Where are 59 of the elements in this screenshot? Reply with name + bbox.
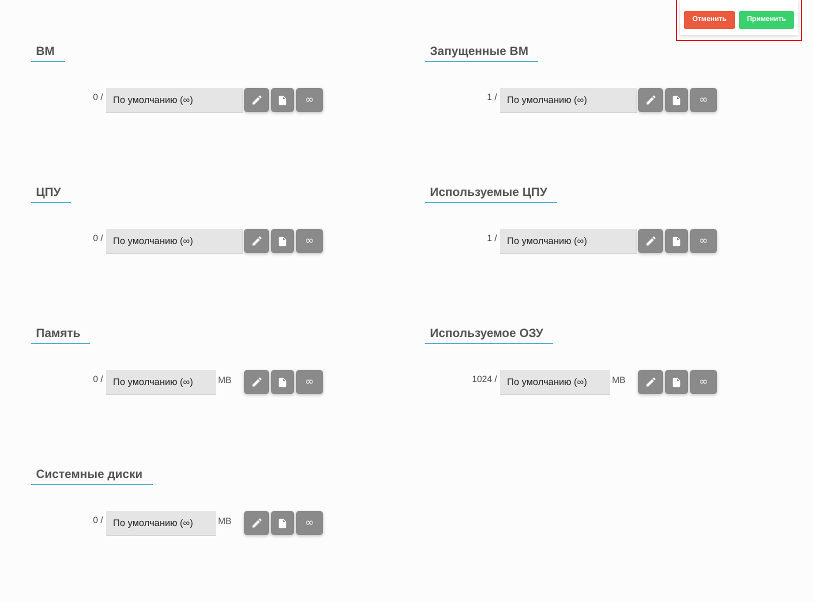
file-button[interactable]: [271, 88, 294, 112]
limit-field[interactable]: По умолчанию (∞): [106, 511, 216, 536]
file-button[interactable]: [271, 370, 294, 394]
unlimited-button[interactable]: ∞: [296, 511, 323, 535]
limit-field[interactable]: По умолчанию (∞): [106, 229, 243, 254]
unit-label: MB: [218, 516, 232, 527]
file-icon: [277, 518, 288, 528]
pencil-icon: [644, 376, 656, 388]
pencil-icon: [250, 94, 262, 106]
usage-count: 0 /: [92, 92, 103, 103]
edit-button[interactable]: [244, 229, 269, 253]
edit-button[interactable]: [638, 88, 663, 112]
unlimited-button[interactable]: ∞: [296, 229, 323, 253]
unit-label: MB: [218, 375, 232, 386]
unlimited-button[interactable]: ∞: [690, 370, 717, 394]
edit-button[interactable]: [244, 370, 269, 394]
file-button[interactable]: [271, 229, 294, 253]
unlimited-button[interactable]: ∞: [690, 88, 717, 112]
unlimited-button[interactable]: ∞: [690, 229, 717, 253]
pencil-icon: [250, 376, 262, 388]
file-icon: [277, 236, 288, 246]
section-title: Память: [31, 323, 90, 344]
limit-field[interactable]: По умолчанию (∞): [106, 370, 216, 395]
limit-field[interactable]: По умолчанию (∞): [500, 229, 637, 254]
section-title: ЦПУ: [31, 182, 71, 203]
section-title: Запущенные ВМ: [425, 41, 538, 62]
limit-field[interactable]: По умолчанию (∞): [500, 88, 637, 113]
section-title: ВМ: [31, 41, 65, 62]
edit-button[interactable]: [638, 370, 663, 394]
file-icon: [277, 376, 288, 388]
usage-count: 1 /: [486, 92, 497, 103]
file-icon: [671, 376, 682, 388]
limit-field[interactable]: По умолчанию (∞): [106, 88, 243, 113]
section-title: Системные диски: [31, 464, 153, 485]
file-button[interactable]: [271, 511, 294, 535]
edit-button[interactable]: [244, 88, 269, 112]
unit-label: MB: [612, 375, 626, 386]
edit-button[interactable]: [638, 229, 663, 253]
usage-count: 1 /: [486, 233, 497, 244]
file-button[interactable]: [665, 370, 688, 394]
usage-count: 0 /: [92, 374, 103, 385]
usage-count: 0 /: [92, 233, 103, 244]
usage-count: 0 /: [92, 515, 103, 526]
pencil-icon: [644, 235, 656, 247]
edit-button[interactable]: [244, 511, 269, 535]
unlimited-button[interactable]: ∞: [296, 88, 323, 112]
section-title: Используемые ЦПУ: [425, 182, 558, 203]
pencil-icon: [250, 235, 262, 247]
file-icon: [277, 94, 288, 106]
usage-count: 1024 /: [472, 374, 497, 385]
limit-field[interactable]: По умолчанию (∞): [500, 370, 610, 395]
pencil-icon: [250, 517, 262, 529]
section-title: Используемое ОЗУ: [425, 323, 554, 344]
file-icon: [671, 94, 682, 106]
file-button[interactable]: [665, 229, 688, 253]
file-button[interactable]: [665, 88, 688, 112]
pencil-icon: [644, 94, 656, 106]
unlimited-button[interactable]: ∞: [296, 370, 323, 394]
file-icon: [671, 236, 682, 246]
